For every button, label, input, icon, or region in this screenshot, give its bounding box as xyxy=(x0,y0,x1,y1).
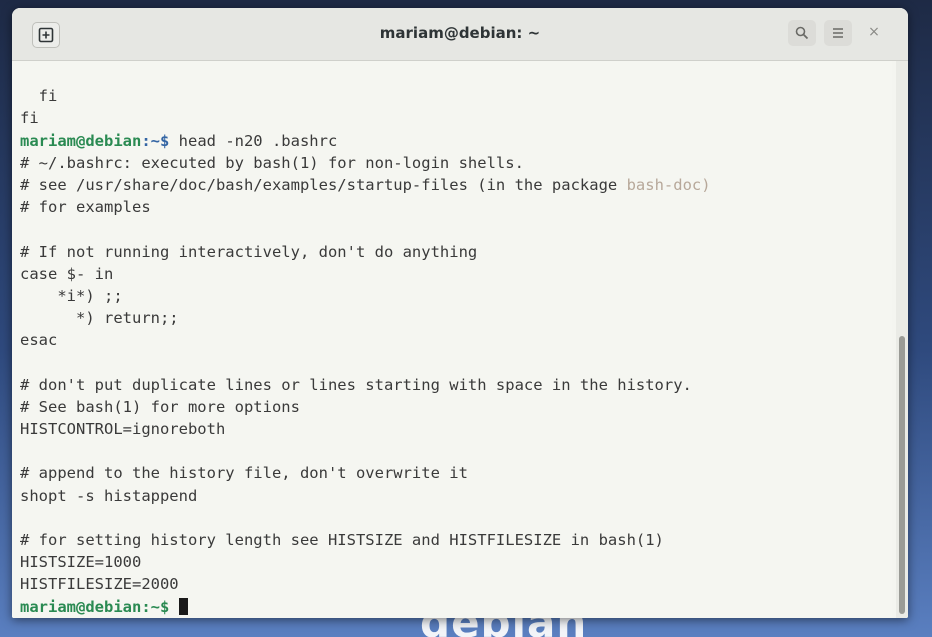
final-prompt: mariam@debian:~$ xyxy=(20,597,179,616)
search-icon xyxy=(795,26,809,40)
terminal-line: # append to the history file, don't over… xyxy=(20,464,468,483)
terminal-line: HISTSIZE=1000 xyxy=(20,553,142,572)
terminal-line: # ~/.bashrc: executed by bash(1) for non… xyxy=(20,153,524,172)
command-text: head -n20 .bashrc xyxy=(178,131,338,150)
header-bar: mariam@debian: ~ × xyxy=(12,8,908,61)
text-cursor xyxy=(178,597,188,615)
prompt-user: mariam@debian xyxy=(20,131,142,150)
menu-button[interactable] xyxy=(824,20,852,46)
terminal-window: mariam@debian: ~ × fi fi mariam@debian:~$ … xyxy=(12,8,908,618)
terminal-line: # see /usr/share/doc/bash/examples/start… xyxy=(20,174,892,196)
terminal-line: # don't put duplicate lines or lines sta… xyxy=(20,375,692,394)
terminal-line: esac xyxy=(20,331,58,350)
terminal-line: *) return;; xyxy=(20,309,179,328)
terminal-line: fi xyxy=(20,87,58,106)
terminal-line: shopt -s histappend xyxy=(20,486,198,505)
terminal-line: fi xyxy=(20,109,39,128)
prompt-path: :~$ xyxy=(141,131,179,150)
terminal-line: # See bash(1) for more options xyxy=(20,397,300,416)
terminal-line: # for examples xyxy=(20,198,151,217)
package-name: bash-doc) xyxy=(626,175,711,194)
command-line: mariam@debian:~$ head -n20 .bashrc xyxy=(20,130,892,152)
terminal-line: # for setting history length see HISTSIZ… xyxy=(20,530,664,549)
terminal-line: HISTCONTROL=ignoreboth xyxy=(20,420,226,439)
window-title: mariam@debian: ~ xyxy=(379,24,541,42)
terminal-output[interactable]: fi fi mariam@debian:~$ head -n20 .bashrc # … xyxy=(12,61,892,618)
terminal-line: HISTFILESIZE=2000 xyxy=(20,575,179,594)
close-button[interactable]: × xyxy=(864,22,884,42)
scrollbar-thumb[interactable] xyxy=(899,336,905,614)
hamburger-menu-icon xyxy=(833,28,843,38)
terminal-line-text: # see /usr/share/doc/bash/examples/start… xyxy=(20,175,627,194)
search-button[interactable] xyxy=(788,20,816,46)
desktop: debian mariam@debian: ~ xyxy=(0,0,932,637)
terminal-line: *i*) ;; xyxy=(20,286,123,305)
terminal-line: case $- in xyxy=(20,264,114,283)
final-prompt-line: mariam@debian:~$ xyxy=(20,596,892,618)
scrollbar[interactable] xyxy=(896,61,908,618)
terminal-line: # If not running interactively, don't do… xyxy=(20,242,478,261)
